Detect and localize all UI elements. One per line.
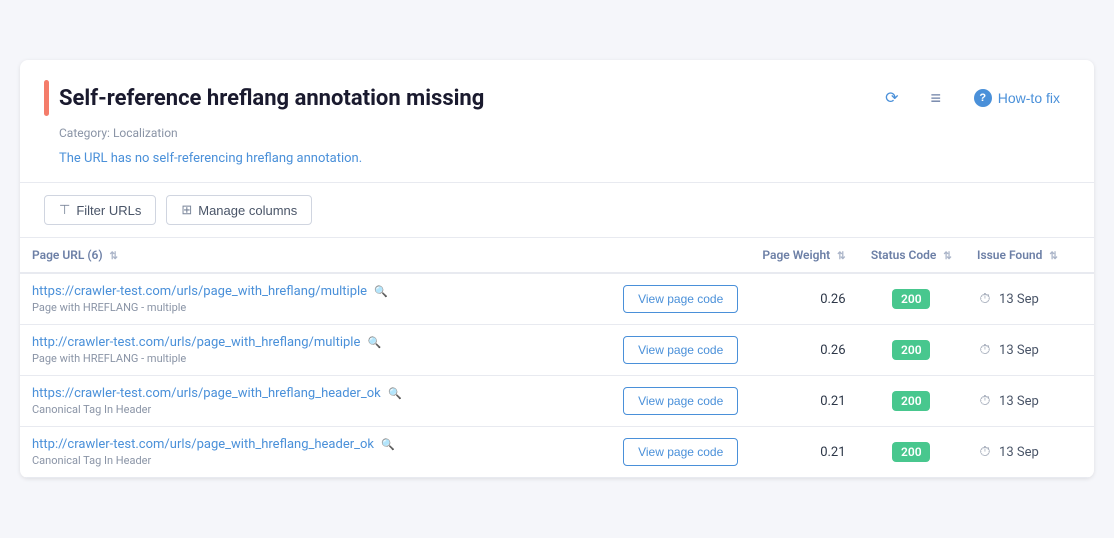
table-header-row: Page URL (6) ⇅ Page Weight ⇅ Status Code… xyxy=(20,238,1094,273)
view-cell: View page code xyxy=(611,325,750,376)
manage-columns-label: Manage columns xyxy=(198,203,297,218)
filter-icon: ⊤ xyxy=(59,202,70,218)
sort-icon-status: ⇅ xyxy=(943,251,951,262)
url-link[interactable]: https://crawler-test.com/urls/page_with_… xyxy=(32,284,367,299)
url-subtitle: Canonical Tag In Header xyxy=(32,454,599,467)
clock-icon: ⏱ xyxy=(977,291,993,307)
weight-cell: 0.26 xyxy=(750,325,857,376)
search-icon[interactable]: 🔍 xyxy=(381,438,395,451)
col-header-issue[interactable]: Issue Found ⇅ xyxy=(965,238,1094,273)
manage-cols-icon: ⊞ xyxy=(181,202,192,218)
issue-cell: ⏱ 13 Sep xyxy=(965,376,1094,427)
sort-icon-url: ⇅ xyxy=(110,251,118,262)
issue-date: 13 Sep xyxy=(999,445,1039,460)
issue-date: 13 Sep xyxy=(999,343,1039,358)
help-icon: ? xyxy=(974,89,992,107)
filter-urls-button[interactable]: ⊤ Filter URLs xyxy=(44,195,156,225)
col-header-status[interactable]: Status Code ⇅ xyxy=(858,238,965,273)
status-badge: 200 xyxy=(892,289,930,309)
issue-cell: ⏱ 13 Sep xyxy=(965,427,1094,478)
title-left: Self-reference hreflang annotation missi… xyxy=(44,80,484,116)
card-header: Self-reference hreflang annotation missi… xyxy=(20,60,1094,183)
view-page-button[interactable]: View page code xyxy=(623,285,738,313)
table-row: https://crawler-test.com/urls/page_with_… xyxy=(20,273,1094,325)
power-button[interactable]: ⟳ xyxy=(876,82,908,114)
view-cell: View page code xyxy=(611,273,750,325)
clock-icon: ⏱ xyxy=(977,342,993,358)
search-icon[interactable]: 🔍 xyxy=(374,285,388,298)
issue-cell: ⏱ 13 Sep xyxy=(965,273,1094,325)
search-icon[interactable]: 🔍 xyxy=(368,336,382,349)
description-text: The URL has no self-referencing hreflang… xyxy=(59,151,362,166)
filter-urls-label: Filter URLs xyxy=(76,203,141,218)
col-header-url[interactable]: Page URL (6) ⇅ xyxy=(20,238,611,273)
url-cell: https://crawler-test.com/urls/page_with_… xyxy=(20,376,611,427)
status-cell: 200 xyxy=(858,325,965,376)
filter-table-icon: ≡ xyxy=(931,88,942,109)
col-header-view xyxy=(611,238,750,273)
how-to-fix-label: How-to fix xyxy=(998,90,1060,106)
severity-bar xyxy=(44,80,49,116)
clock-icon: ⏱ xyxy=(977,444,993,460)
power-icon: ⟳ xyxy=(885,88,898,108)
view-page-button[interactable]: View page code xyxy=(623,438,738,466)
weight-cell: 0.26 xyxy=(750,273,857,325)
url-link[interactable]: http://crawler-test.com/urls/page_with_h… xyxy=(32,335,360,350)
table-container: Page URL (6) ⇅ Page Weight ⇅ Status Code… xyxy=(20,238,1094,478)
page-title: Self-reference hreflang annotation missi… xyxy=(59,86,484,111)
search-icon[interactable]: 🔍 xyxy=(388,387,402,400)
url-cell: http://crawler-test.com/urls/page_with_h… xyxy=(20,325,611,376)
toolbar: ⊤ Filter URLs ⊞ Manage columns xyxy=(20,183,1094,238)
table-row: https://crawler-test.com/urls/page_with_… xyxy=(20,376,1094,427)
status-badge: 200 xyxy=(892,442,930,462)
main-card: Self-reference hreflang annotation missi… xyxy=(20,60,1094,478)
status-badge: 200 xyxy=(892,391,930,411)
filter-table-button[interactable]: ≡ xyxy=(920,82,952,114)
manage-columns-button[interactable]: ⊞ Manage columns xyxy=(166,195,312,225)
url-subtitle: Page with HREFLANG - multiple xyxy=(32,352,599,365)
title-actions: ⟳ ≡ ? How-to fix xyxy=(876,82,1070,114)
issue-date: 13 Sep xyxy=(999,394,1039,409)
issue-date: 13 Sep xyxy=(999,292,1039,307)
status-cell: 200 xyxy=(858,273,965,325)
view-cell: View page code xyxy=(611,427,750,478)
issue-cell: ⏱ 13 Sep xyxy=(965,325,1094,376)
view-cell: View page code xyxy=(611,376,750,427)
clock-icon: ⏱ xyxy=(977,393,993,409)
table-body: https://crawler-test.com/urls/page_with_… xyxy=(20,273,1094,478)
col-header-weight[interactable]: Page Weight ⇅ xyxy=(750,238,857,273)
table-row: http://crawler-test.com/urls/page_with_h… xyxy=(20,427,1094,478)
sort-icon-issue: ⇅ xyxy=(1049,251,1057,262)
status-cell: 200 xyxy=(858,376,965,427)
url-subtitle: Page with HREFLANG - multiple xyxy=(32,301,599,314)
view-page-button[interactable]: View page code xyxy=(623,336,738,364)
url-link[interactable]: https://crawler-test.com/urls/page_with_… xyxy=(32,386,381,401)
view-page-button[interactable]: View page code xyxy=(623,387,738,415)
data-table: Page URL (6) ⇅ Page Weight ⇅ Status Code… xyxy=(20,238,1094,478)
title-row: Self-reference hreflang annotation missi… xyxy=(44,80,1070,116)
how-to-fix-button[interactable]: ? How-to fix xyxy=(964,83,1070,113)
category-text: Category: Localization xyxy=(59,126,178,140)
weight-cell: 0.21 xyxy=(750,376,857,427)
url-cell: http://crawler-test.com/urls/page_with_h… xyxy=(20,427,611,478)
weight-cell: 0.21 xyxy=(750,427,857,478)
table-row: http://crawler-test.com/urls/page_with_h… xyxy=(20,325,1094,376)
status-badge: 200 xyxy=(892,340,930,360)
url-cell: https://crawler-test.com/urls/page_with_… xyxy=(20,273,611,325)
sort-icon-weight: ⇅ xyxy=(837,251,845,262)
url-link[interactable]: http://crawler-test.com/urls/page_with_h… xyxy=(32,437,374,452)
status-cell: 200 xyxy=(858,427,965,478)
description-row: The URL has no self-referencing hreflang… xyxy=(59,147,1070,166)
category-row: Category: Localization xyxy=(59,122,1070,141)
url-subtitle: Canonical Tag In Header xyxy=(32,403,599,416)
